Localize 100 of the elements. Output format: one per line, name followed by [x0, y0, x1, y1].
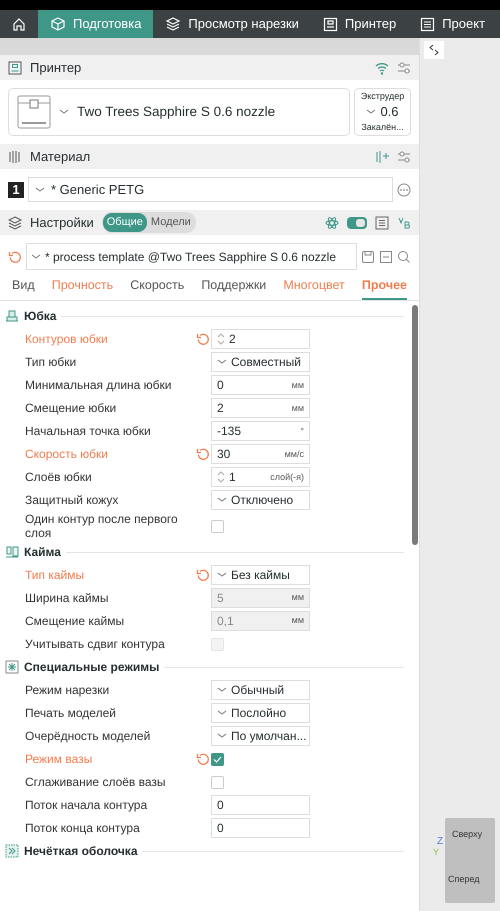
- dropdown[interactable]: Обычный: [211, 680, 310, 700]
- process-name: * process template @Two Trees Sapphire S 0.6 nozzle: [45, 248, 336, 266]
- cube-icon: [50, 16, 66, 32]
- checkbox[interactable]: [211, 520, 224, 533]
- list-icon[interactable]: [375, 216, 389, 230]
- setting-label: Сглаживание слоёв вазы: [25, 774, 167, 790]
- chevron-icon: [217, 572, 227, 578]
- dropdown[interactable]: Без каймы: [211, 565, 310, 586]
- setting-label: Поток конца контура: [25, 820, 141, 836]
- list-icon: [420, 16, 436, 32]
- input-field[interactable]: 2 мм: [211, 398, 310, 418]
- setting-label: Смещение юбки: [25, 401, 118, 416]
- spin-field[interactable]: 2: [211, 329, 310, 350]
- home-icon: [12, 17, 26, 31]
- input-field[interactable]: -135 °: [211, 421, 310, 442]
- setting-label: Слоёв юбки: [25, 470, 93, 484]
- stepper-icon[interactable]: [217, 470, 225, 484]
- reset-icon[interactable]: [196, 447, 210, 462]
- axis-label: Z: [437, 835, 444, 848]
- printer-icon: [17, 95, 51, 129]
- dropdown[interactable]: Отключено: [211, 490, 310, 510]
- checkbox[interactable]: [211, 752, 224, 766]
- chevron-icon: [366, 109, 376, 115]
- layers-icon: [8, 216, 22, 230]
- scope-tab[interactable]: Модели: [146, 213, 195, 232]
- input-field[interactable]: 0: [211, 818, 310, 838]
- chevron-icon: [217, 733, 227, 740]
- tab[interactable]: Просмотр нарезки: [153, 10, 311, 38]
- chevron-icon: [217, 359, 227, 366]
- group-title: Кайма: [24, 544, 61, 562]
- settings-tab[interactable]: Скорость: [130, 274, 184, 300]
- chevron-icon: [217, 497, 227, 504]
- tab[interactable]: Проект: [408, 10, 498, 38]
- chevrons-icon: [428, 44, 440, 56]
- setting-label: Контуров юбки: [25, 332, 109, 346]
- save-icon[interactable]: [361, 250, 375, 264]
- chevron-icon: [217, 687, 227, 694]
- dropdown[interactable]: Совместный: [211, 352, 310, 372]
- stepper-icon[interactable]: [217, 332, 225, 346]
- printer-icon: [8, 60, 22, 74]
- chevron-icon: [31, 254, 41, 260]
- more-icon[interactable]: [397, 182, 411, 196]
- printer-name: Two Trees Sapphire S 0.6 nozzle: [77, 102, 276, 121]
- setting-label: Тип юбки: [25, 355, 78, 370]
- setting-label: Очерёдность моделей: [25, 728, 152, 744]
- atom-icon: [325, 216, 339, 230]
- setting-label: Режим нарезки: [25, 682, 110, 698]
- axis-label: Y: [433, 846, 440, 859]
- settings-tab[interactable]: Поддержки: [201, 274, 266, 300]
- chevron-icon: [59, 109, 69, 115]
- dropdown[interactable]: По умолчан...: [211, 726, 310, 746]
- setting-label: Тип каймы: [25, 568, 86, 582]
- input-field[interactable]: 0 мм: [211, 375, 310, 396]
- group-title: Юбка: [24, 308, 56, 326]
- setting-label: Один контур после первого слоя: [25, 512, 179, 541]
- group-title: Специальные режимы: [24, 659, 160, 676]
- spin-field[interactable]: 1 слой(-я): [211, 467, 310, 488]
- remove-icon[interactable]: [379, 250, 393, 264]
- group-title: Нечёткая оболочка: [24, 843, 138, 860]
- reset-icon[interactable]: [196, 752, 210, 766]
- section-title: Материал: [30, 148, 90, 166]
- setting-label: Смещение каймы: [25, 614, 126, 628]
- printer-selector[interactable]: Two Trees Sapphire S 0.6 nozzle: [8, 88, 350, 136]
- scope-tab[interactable]: Общие: [102, 213, 147, 232]
- filament-index: 1: [8, 182, 24, 198]
- reset-icon[interactable]: [196, 568, 210, 582]
- checkbox[interactable]: [211, 776, 224, 789]
- setting-label: Защитный кожух: [25, 493, 120, 508]
- process-selector[interactable]: * process template @Two Trees Sapphire S 0.6 nozzle: [26, 243, 357, 270]
- settings-tab[interactable]: Вид: [12, 274, 35, 300]
- filament-selector[interactable]: * Generic PETG: [28, 177, 393, 202]
- setting-label: Минимальная длина юбки: [25, 378, 173, 392]
- setting-label: Ширина каймы: [25, 590, 110, 606]
- input-field[interactable]: 0: [211, 795, 310, 816]
- search-icon[interactable]: [397, 250, 411, 264]
- scrollbar-thumb[interactable]: [412, 304, 418, 545]
- setting-label: Режим вазы: [25, 752, 94, 766]
- extruder-selector[interactable]: Экструдер 0.6 Закалён...: [354, 88, 411, 136]
- reset-icon[interactable]: [8, 250, 22, 264]
- setting-label: Поток начала контура: [25, 798, 148, 812]
- settings-icon[interactable]: [397, 60, 411, 74]
- reset-icon[interactable]: [196, 332, 210, 346]
- tab[interactable]: Принтер: [310, 10, 408, 38]
- cube-face-label: Сперед: [448, 873, 480, 886]
- wifi-icon[interactable]: [375, 60, 389, 74]
- settings-icon[interactable]: [397, 150, 411, 164]
- extruder-label: Экструдер: [360, 90, 404, 103]
- collapse-button[interactable]: [424, 41, 444, 59]
- tab[interactable]: Подготовка: [38, 10, 154, 38]
- input-field[interactable]: 30 мм/с: [211, 444, 310, 464]
- toggle-switch[interactable]: [347, 216, 367, 228]
- nozzle-type: Закалён...: [361, 121, 404, 134]
- setting-label: Скорость юбки: [25, 447, 109, 462]
- setting-label: Начальная точка юбки: [25, 424, 152, 438]
- compare-icon[interactable]: [397, 216, 411, 230]
- dropdown[interactable]: Послойно: [211, 703, 310, 724]
- filament-name: * Generic PETG: [51, 180, 144, 199]
- section-title: Настройки: [30, 214, 94, 232]
- add-filament-icon[interactable]: [375, 150, 389, 164]
- section-icon: [5, 545, 19, 560]
